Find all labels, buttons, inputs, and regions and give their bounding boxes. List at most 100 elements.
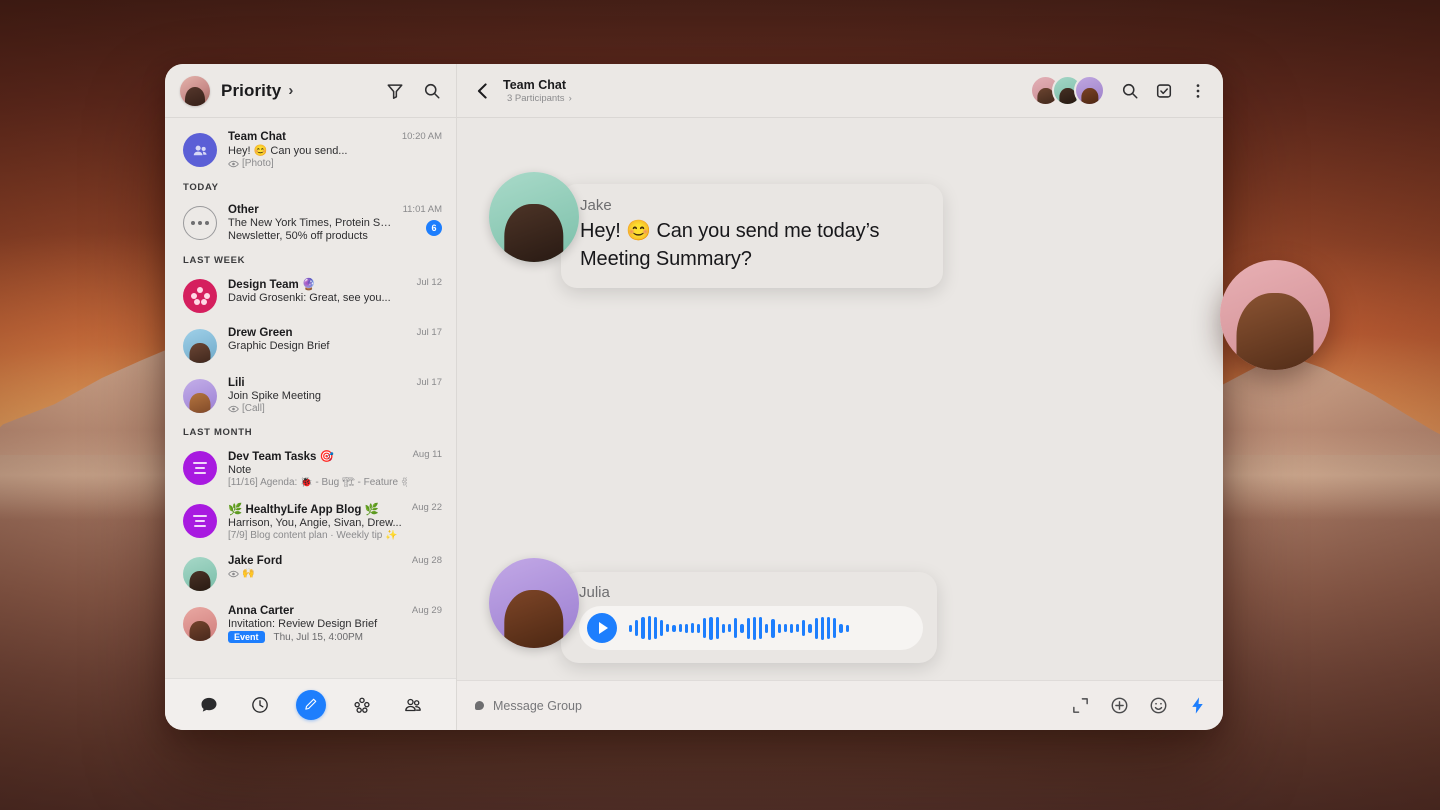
waveform-bar: [684, 623, 688, 633]
list-item[interactable]: Anna Carter Invitation: Review Design Br…: [165, 598, 456, 650]
message-input[interactable]: Message Group: [493, 699, 582, 713]
list-item-title: Drew Green: [228, 327, 293, 339]
back-icon[interactable]: [471, 80, 493, 102]
message-bubble[interactable]: Jake Hey! 😊 Can you send me today’s Meet…: [561, 184, 943, 289]
list-item-body: 🌿 HealthyLife App Blog 🌿 Harrison, You, …: [228, 502, 412, 541]
list-item-body: Design Team 🔮 David Grosenki: Great, see…: [228, 277, 417, 313]
floating-avatar[interactable]: [1220, 260, 1330, 370]
list-item-title: Lili: [228, 377, 245, 389]
list-item[interactable]: Dev Team Tasks 🎯 Note [11/16] Agenda: 🐞 …: [165, 442, 456, 495]
bolt-icon[interactable]: [1188, 696, 1207, 715]
waveform-bar: [765, 623, 769, 633]
timestamp: Aug 22: [411, 502, 442, 513]
conversation-list[interactable]: Team Chat Hey! 😊 Can you send... [Photo]…: [165, 118, 456, 678]
waveform-bar: [734, 618, 738, 638]
participants-label: 3 Participants: [507, 92, 565, 104]
timestamp: Aug 11: [412, 449, 442, 460]
timestamp: Jul 17: [416, 377, 442, 388]
julia-avatar[interactable]: [489, 558, 579, 648]
emoji-icon[interactable]: [1149, 696, 1168, 715]
contacts-tab[interactable]: [398, 690, 428, 720]
list-item-title: Other: [228, 204, 259, 216]
timestamp: Aug 28: [411, 555, 442, 566]
waveform-bar: [647, 616, 651, 640]
waveform-bar: [808, 623, 812, 633]
lili-photo: [183, 379, 217, 413]
plus-icon[interactable]: [1110, 696, 1129, 715]
waveform-bar: [709, 616, 713, 640]
list-item[interactable]: Jake Ford 🙌 Aug 28: [165, 548, 456, 598]
list-item-attachment: [11/16] Agenda: 🐞 - Bug 🏗 - Feature ⚙: [228, 477, 407, 488]
compose-button[interactable]: [295, 689, 326, 720]
chat-header: Team Chat 3 Participants ›: [457, 64, 1223, 118]
waveform-bar: [653, 617, 657, 639]
inbox-check-icon[interactable]: [1155, 82, 1173, 100]
list-item-preview: Note: [228, 464, 252, 476]
waveform-bar: [752, 616, 756, 640]
expand-icon[interactable]: [1071, 696, 1090, 715]
waveform-bar: [758, 617, 763, 639]
list-item[interactable]: Team Chat Hey! 😊 Can you send... [Photo]…: [165, 124, 456, 176]
waveform-bar: [771, 618, 775, 638]
waveform-bar: [839, 623, 843, 633]
recent-tab[interactable]: [245, 690, 275, 720]
list-item[interactable]: Other The New York Times, Protein Sale, …: [165, 197, 456, 249]
waveform-bar: [629, 624, 633, 632]
waveform-bar: [721, 623, 725, 633]
chat-header-actions: [1030, 75, 1207, 106]
list-item-preview: Hey! 😊 Can you send...: [228, 145, 348, 157]
list-item-preview: Join Spike Meeting: [228, 390, 321, 402]
attachment-label: [Photo]: [242, 158, 274, 169]
waveform-bar: [814, 617, 818, 639]
user-avatar[interactable]: [180, 75, 210, 106]
list-item[interactable]: Drew Green Graphic Design Brief Jul 17: [165, 320, 456, 370]
list-item-body: Dev Team Tasks 🎯 Note [11/16] Agenda: 🐞 …: [228, 449, 413, 488]
groups-tab[interactable]: [347, 690, 377, 720]
message-text-line-2: Meeting Summary?: [580, 247, 752, 270]
waveform-bar: [697, 623, 701, 633]
list-item-body: Team Chat Hey! 😊 Can you send... [Photo]: [228, 131, 402, 169]
search-icon[interactable]: [1121, 82, 1139, 100]
voice-message-bubble[interactable]: Julia: [561, 572, 937, 663]
status-badge[interactable]: Event: [228, 631, 265, 643]
chevron-right-icon[interactable]: ›: [288, 82, 293, 99]
list-item-attachment: [Photo]: [228, 158, 396, 169]
message-julia: Julia: [489, 558, 937, 663]
page-title: Priority: [221, 80, 282, 100]
search-icon[interactable]: [423, 82, 441, 100]
play-icon[interactable]: [587, 613, 617, 643]
chats-tab[interactable]: [194, 690, 224, 720]
message-text-line-1: Hey! 😊 Can you send me today’s: [580, 220, 880, 242]
list-item-title: Team Chat: [228, 131, 286, 143]
list-item-meta: Jul 17: [417, 377, 442, 414]
waveform-bar: [678, 624, 682, 632]
chat-participants[interactable]: 3 Participants ›: [503, 93, 572, 104]
list-item-attachment: 🙌: [228, 568, 406, 579]
group-icon: [183, 133, 217, 167]
jake-avatar[interactable]: [489, 172, 579, 262]
list-item[interactable]: Lili Join Spike Meeting [Call] Jul 17: [165, 370, 456, 421]
chat-pane: Team Chat 3 Participants › Jake Hey! 😊 C…: [457, 64, 1223, 730]
messages-area[interactable]: Jake Hey! 😊 Can you send me today’s Meet…: [457, 118, 1223, 680]
section-header-last-month: LAST MONTH: [183, 427, 253, 438]
list-item[interactable]: 🌿 HealthyLife App Blog 🌿 Harrison, You, …: [165, 495, 456, 548]
compose-actions: [1071, 696, 1207, 715]
waveform-bar: [777, 623, 781, 633]
waveform-bar: [845, 624, 849, 632]
filter-icon[interactable]: [386, 82, 404, 100]
waveform-bar: [833, 618, 837, 638]
list-item-title: 🌿 HealthyLife App Blog 🌿: [228, 504, 379, 516]
list-item[interactable]: Design Team 🔮 David Grosenki: Great, see…: [165, 270, 456, 320]
waveform[interactable]: [629, 615, 849, 641]
list-item-title: Design Team 🔮: [228, 279, 317, 291]
compose-bar[interactable]: Message Group: [457, 680, 1223, 730]
section-header-today: TODAY: [183, 182, 219, 193]
participant-avatars[interactable]: [1030, 75, 1105, 106]
list-item-meta: Aug 29: [412, 605, 442, 643]
waveform-bar: [690, 623, 695, 633]
chat-title-block: Team Chat 3 Participants ›: [503, 78, 572, 104]
more-menu-icon[interactable]: [1189, 82, 1207, 100]
list-item-body: Drew Green Graphic Design Brief: [228, 327, 417, 363]
attachment-label: [Call]: [242, 403, 265, 414]
voice-player[interactable]: [579, 606, 923, 650]
